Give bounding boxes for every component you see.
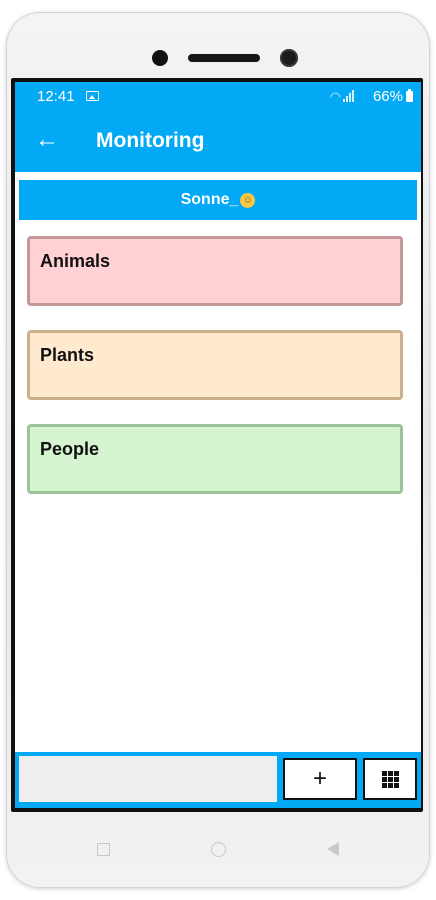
- grid-view-button[interactable]: [363, 758, 417, 800]
- plus-icon: +: [312, 765, 327, 792]
- page-title: Monitoring: [96, 129, 205, 152]
- signal-icon: [343, 90, 357, 102]
- category-label: People: [40, 439, 100, 459]
- app-screen: 12:41 ◠ 66% ← Monitoring Sonne_ ☺ Animal…: [15, 82, 421, 808]
- smiley-emoji-icon: ☺: [240, 192, 256, 208]
- front-camera: [280, 49, 298, 67]
- earpiece-speaker: [188, 54, 260, 62]
- battery-icon: [406, 89, 413, 102]
- app-bar: ← Monitoring: [15, 110, 421, 172]
- back-triangle-icon[interactable]: [327, 842, 339, 856]
- home-icon[interactable]: [211, 842, 226, 857]
- category-card-people[interactable]: People: [27, 424, 403, 494]
- user-name: Sonne_: [180, 191, 239, 208]
- message-input[interactable]: [17, 756, 277, 802]
- category-label: Plants: [40, 345, 95, 365]
- recent-apps-icon[interactable]: [97, 843, 110, 856]
- category-card-animals[interactable]: Animals: [27, 236, 403, 306]
- arrow-left-icon: ←: [35, 126, 59, 153]
- category-label: Animals: [40, 251, 111, 271]
- front-sensor: [152, 50, 168, 66]
- bottom-input-bar: +: [15, 752, 421, 808]
- status-bar: 12:41 ◠ 66%: [15, 82, 421, 110]
- user-banner: Sonne_ ☺: [19, 180, 417, 220]
- image-icon: [86, 91, 99, 101]
- category-card-plants[interactable]: Plants: [27, 330, 403, 400]
- add-button[interactable]: +: [283, 758, 357, 800]
- status-time: 12:41: [37, 88, 75, 105]
- system-navigation: [0, 812, 436, 888]
- battery-level: 66%: [372, 88, 403, 105]
- grid-icon: [381, 770, 399, 788]
- wifi-icon: ◠: [329, 89, 341, 104]
- back-button[interactable]: ←: [33, 126, 61, 154]
